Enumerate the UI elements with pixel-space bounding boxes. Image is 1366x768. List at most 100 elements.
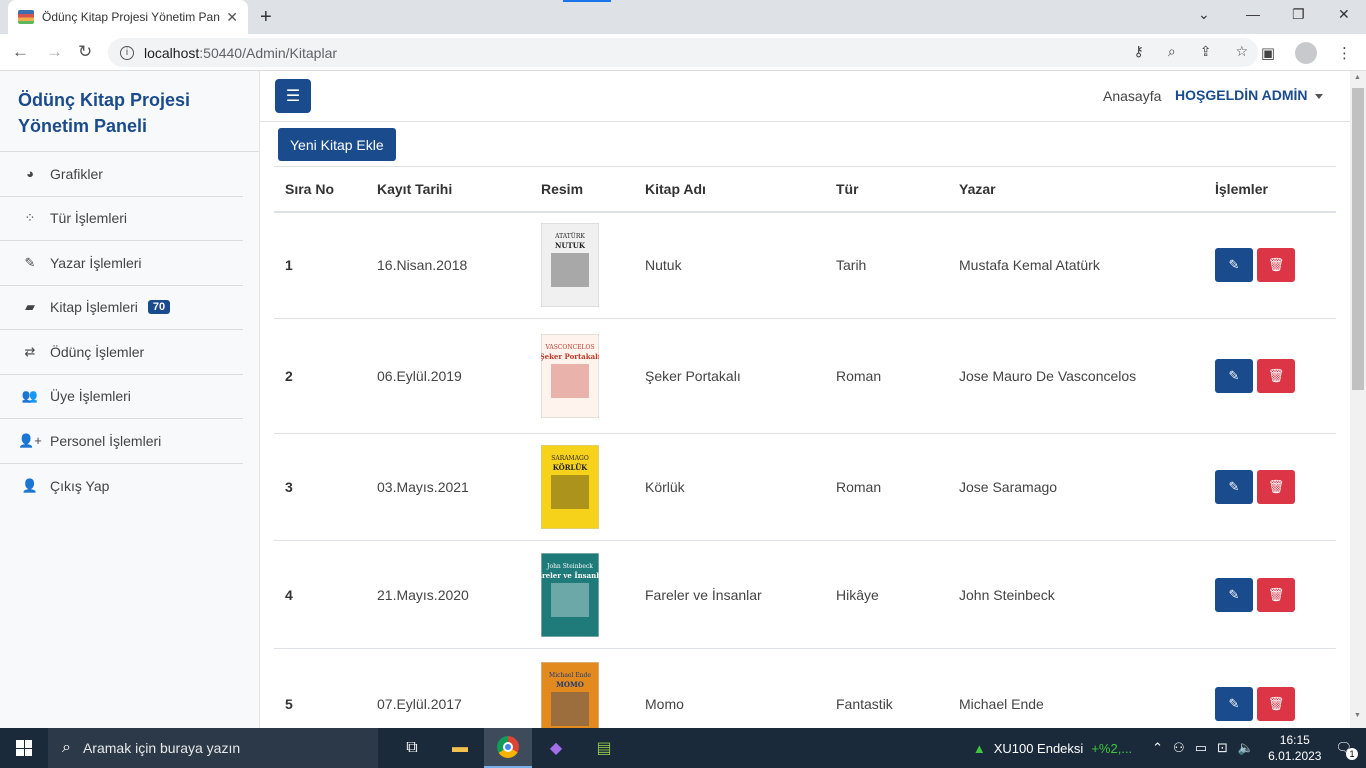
cell-author: Michael Ende [948,648,1204,728]
delete-button[interactable]: 🗑 [1257,248,1295,283]
task-view-icon[interactable]: ⧉ [388,728,436,768]
close-tab-icon[interactable]: ✕ [226,9,238,26]
sidebar-item-yazar[interactable]: ✎ Yazar İşlemleri [0,241,243,286]
edit-button[interactable]: ✎ [1215,686,1253,721]
menu-kebab-icon[interactable]: ⋮ [1337,44,1352,62]
clock-date: 6.01.2023 [1268,749,1322,763]
table-row: 5 07.Eylül.2017 Michael Ende MOMO Momo Fantas… [274,648,1336,728]
home-link[interactable]: Anasayfa [1103,88,1161,104]
add-book-button[interactable]: Yeni Kitap Ekle [278,128,396,161]
key-icon[interactable]: ⚷ [1134,43,1144,60]
delete-button[interactable]: 🗑 [1257,686,1295,721]
new-tab-icon[interactable]: + [260,6,272,29]
site-info-icon[interactable]: i [120,45,134,60]
edit-button[interactable]: ✎ [1215,359,1253,393]
user-icon: 👤 [21,477,39,493]
scrollbar-thumb[interactable] [1352,88,1364,390]
side-panel-icon[interactable]: ▣ [1261,44,1275,62]
col-header-actions: İşlemler [1204,166,1336,213]
profile-avatar[interactable] [1295,42,1317,64]
sidebar-toggle-button[interactable]: ☰ [275,79,311,113]
address-bar-row: ← → ↻ i localhost:50440/Admin/Kitaplar ⚷… [0,34,1366,71]
notepad-icon[interactable]: ▤ [580,728,628,768]
sidebar-item-uye[interactable]: 👥 Üye İşlemleri [0,375,243,419]
file-explorer-icon[interactable]: ▬ [436,728,484,768]
delete-button[interactable]: 🗑 [1257,359,1295,393]
users-icon: 👥 [21,388,39,404]
edit-icon: ✎ [1228,586,1240,602]
sidebar-item-label: Ödünç İşlemler [50,343,145,360]
cover-caption: Michael Ende [549,672,591,679]
minimize-icon[interactable]: — [1246,6,1260,22]
cell-actions: ✎ 🗑 [1204,540,1336,649]
browser-tab[interactable]: Ödünç Kitap Projesi Yönetim Paneli ✕ [8,0,248,34]
visual-studio-icon[interactable]: ◆ [532,728,580,768]
close-window-icon[interactable]: ✕ [1338,6,1350,23]
cell-no: 1 [274,211,366,319]
tab-search-icon[interactable]: ⌄ [1198,6,1210,23]
cell-author: John Steinbeck [948,540,1204,649]
url-input[interactable]: i localhost:50440/Admin/Kitaplar [108,38,1258,67]
delete-button[interactable]: 🗑 [1257,577,1295,612]
zoom-icon[interactable]: ⌕ [1168,43,1176,60]
user-dropdown[interactable]: HOŞGELDİN ADMİN [1175,87,1324,103]
cover-caption: VASCONCELOS [544,344,594,351]
taskbar-search[interactable]: ⌕ Aramak için buraya yazın [48,728,378,768]
top-navbar: ☰ Anasayfa HOŞGELDİN ADMİN [260,71,1350,122]
restore-icon[interactable]: ❐ [1292,6,1305,23]
battery-icon[interactable]: ▭ [1195,740,1207,756]
book-icon: ▰ [25,299,35,315]
sidebar-item-personel[interactable]: 👤+ Personel İşlemleri [0,419,243,464]
edit-button[interactable]: ✎ [1215,248,1253,283]
network-icon[interactable]: ⊡ [1217,740,1228,756]
notification-count: 1 [1346,748,1358,760]
col-header-image: Resim [530,166,634,213]
notifications-icon[interactable]: 🗨 1 [1335,740,1358,760]
volume-icon[interactable]: 🔈 [1238,740,1254,756]
table-row: 3 03.Mayıs.2021 SARAMAGO KÖRLÜK Körlük Roman J… [274,433,1336,541]
sidebar-item-tur[interactable]: ⁘ Tür İşlemleri [0,197,243,241]
cell-genre: Tarih [825,211,948,319]
sidebar-item-kitap[interactable]: ▰ Kitap İşlemleri 70 [0,286,243,330]
sidebar-item-cikis[interactable]: 👤 Çıkış Yap [0,464,243,509]
scroll-up-icon[interactable]: ▲ [1354,74,1361,81]
trash-icon: 🗑 [1267,695,1285,711]
chevron-down-icon [1315,93,1324,99]
forward-icon[interactable]: → [46,42,63,62]
cell-image: VASCONCELOS Şeker Portakalı [530,318,634,434]
share-icon[interactable]: ⇪ [1200,43,1212,60]
back-icon[interactable]: ← [12,42,29,62]
cell-image: John SteinbeckFareler ve İnsanlar [530,540,634,649]
tray-chevron-up-icon[interactable]: ⌃ [1152,740,1163,756]
sidebar-item-grafikler[interactable]: ◕ Grafikler [0,152,243,197]
sidebar-item-label: Kitap İşlemleri [50,299,138,316]
cell-title: Şeker Portakalı [634,318,825,434]
bookmark-star-icon[interactable]: ☆ [1235,43,1248,60]
start-button[interactable] [0,740,48,756]
delete-button[interactable]: 🗑 [1257,470,1295,504]
cover-caption: ATATÜRK [554,233,585,240]
chrome-icon[interactable] [484,728,532,768]
stock-name: XU100 Endeksi [993,740,1084,756]
cover-caption: SARAMAGO [551,455,589,462]
people-icon[interactable]: ⚇ [1173,740,1185,756]
main-content: Yeni Kitap Ekle Sıra No Kayıt Tarihi Res… [260,122,1350,728]
edit-icon: ✎ [1228,368,1240,383]
user-plus-icon: 👤+ [18,432,42,448]
stock-widget[interactable]: ▲ XU100 Endeksi +%2,... [973,741,1132,756]
col-header-genre: Tür [825,166,948,213]
table-row: 1 16.Nisan.2018 ATATÜRK NUTUK Nutuk Tarih Must… [274,211,1336,319]
brand-title[interactable]: Ödünç Kitap Projesi Yönetim Paneli [0,71,259,152]
clock[interactable]: 16:15 6.01.2023 [1268,732,1321,764]
scroll-down-icon[interactable]: ▼ [1354,712,1361,719]
book-cover-image: Michael EndeMOMO [541,661,599,728]
sidebar-item-odunc[interactable]: ⇄ Ödünç İşlemler [0,330,243,375]
reload-icon[interactable]: ↻ [78,42,92,62]
col-header-date: Kayıt Tarihi [366,166,530,213]
col-header-no: Sıra No [274,166,366,213]
sidebar-item-label: Personel İşlemleri [50,432,162,449]
edit-button[interactable]: ✎ [1215,470,1253,504]
edit-button[interactable]: ✎ [1215,577,1253,612]
cover-title: Fareler ve İnsanlar [541,571,599,580]
book-count-badge: 70 [147,300,171,315]
